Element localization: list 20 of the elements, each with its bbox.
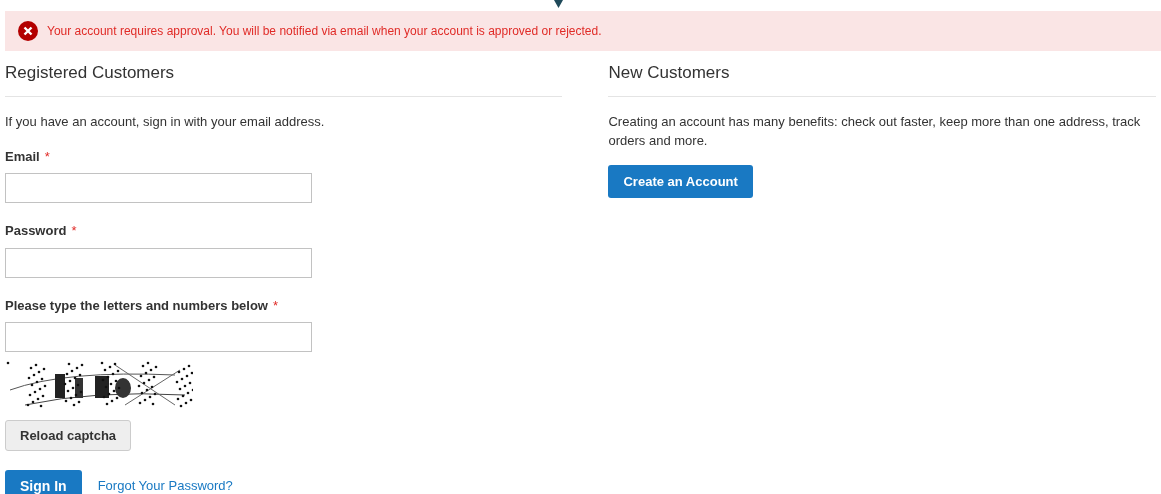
create-account-button[interactable]: Create an Account (608, 165, 753, 198)
intro-text: Creating an account has many benefits: check out faster, keep more than one address, track orders and more. (608, 113, 1142, 150)
field-label: Password (5, 222, 67, 240)
intro-text: If you have an account, sign in with your email address. (5, 113, 326, 131)
section-title: New Customers (608, 62, 1156, 97)
field-label: Email (5, 147, 40, 166)
sign-in-button[interactable]: Sign In (5, 470, 82, 494)
caret-icon (554, 0, 563, 8)
required-mark: * (273, 296, 279, 315)
error-icon (18, 21, 38, 41)
input-field[interactable] (5, 322, 312, 352)
input-field[interactable] (5, 173, 312, 203)
field-label: Please type the letters and numbers below (5, 296, 268, 315)
reload-captcha-button[interactable]: Reload captcha (5, 420, 132, 451)
alert-message: Your account requires approval. You will be notified via email when your account is approved or rejected. (47, 23, 602, 40)
section-title: Registered Customers (5, 62, 563, 97)
input-field[interactable] (5, 247, 312, 278)
required-mark: * (44, 147, 50, 166)
required-mark: * (71, 222, 77, 240)
forgot-password-link[interactable]: Forgot Your Password? (97, 476, 233, 494)
